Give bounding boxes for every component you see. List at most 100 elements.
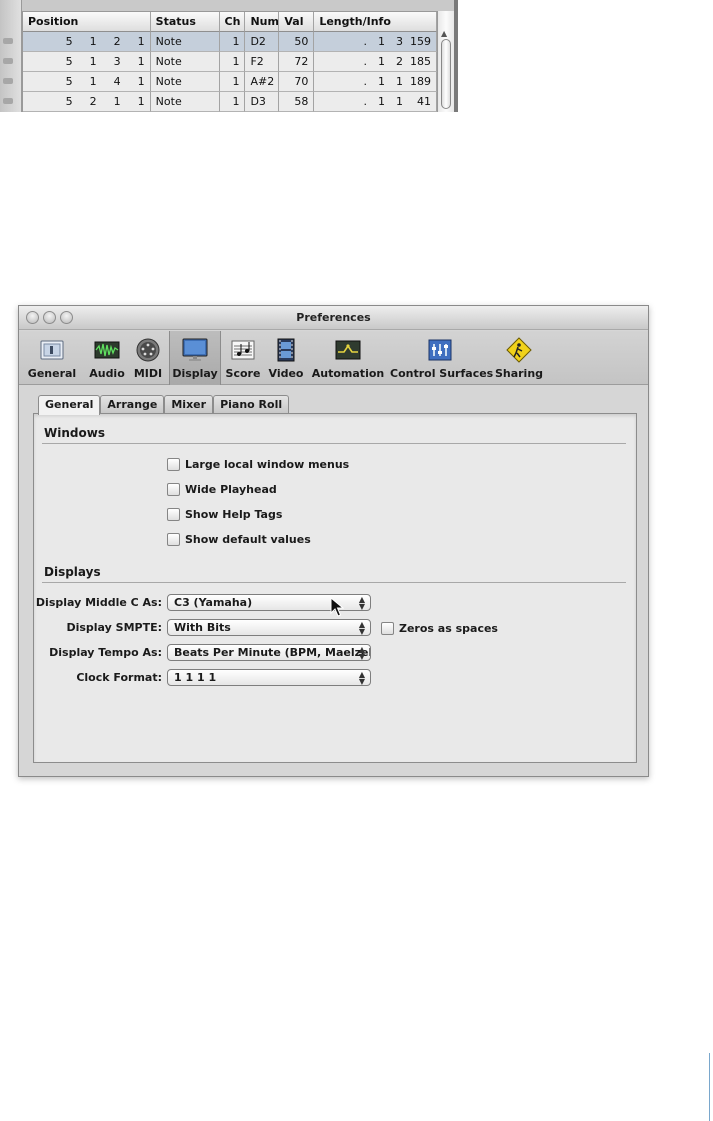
column-header-length-info[interactable]: Length/Info: [314, 12, 437, 32]
num-cell: F2: [245, 52, 280, 72]
toolbar-control-surfaces[interactable]: Control Surfaces: [390, 331, 493, 385]
val-cell: 70: [279, 72, 315, 92]
clock-format-label: Clock Format:: [76, 671, 162, 684]
column-header-status[interactable]: Status: [150, 12, 220, 32]
display-icon: [182, 338, 208, 361]
channel-cell: 1: [219, 72, 246, 92]
num-cell: A#2: [245, 72, 280, 92]
preferences-toolbar: General Audio MIDI Display Score Video A…: [19, 331, 648, 385]
midi-icon: [136, 338, 160, 362]
position-cell: 5141: [23, 72, 151, 92]
displays-section-title: Displays: [44, 565, 101, 579]
tab-mixer[interactable]: Mixer: [164, 395, 214, 414]
event-list-header: Position Status Ch Num Val Length/Info: [23, 12, 437, 32]
val-cell: 72: [279, 52, 315, 72]
position-cell: 5211: [23, 92, 151, 112]
table-row[interactable]: 5131 Note 1 F2 72 . 1 2 185: [23, 52, 437, 72]
toolbar-general[interactable]: General: [25, 331, 79, 385]
tempo-popup[interactable]: Beats Per Minute (BPM, Maelzel) ▲ ▼: [167, 644, 371, 661]
channel-cell: 1: [219, 92, 246, 112]
length-cell: . 1 1 41: [314, 92, 437, 112]
val-cell: 58: [279, 92, 315, 112]
popup-arrows-icon: ▲ ▼: [358, 670, 365, 686]
status-cell: Note: [150, 52, 220, 72]
column-header-val[interactable]: Val: [279, 12, 315, 32]
num-cell: D2: [245, 32, 280, 52]
clock-format-popup[interactable]: 1 1 1 1 ▲ ▼: [167, 669, 371, 686]
windows-section-title: Windows: [44, 426, 105, 440]
control-surfaces-icon: [428, 339, 452, 361]
tab-bar: General Arrange Mixer Piano Roll: [38, 395, 290, 415]
general-icon: [40, 340, 64, 360]
status-cell: Note: [150, 92, 220, 112]
position-cell: 5131: [23, 52, 151, 72]
column-header-num[interactable]: Num: [245, 12, 280, 32]
title-bar[interactable]: Preferences: [19, 306, 648, 330]
channel-cell: 1: [219, 32, 246, 52]
toolbar-audio[interactable]: Audio: [87, 331, 127, 385]
column-header-position[interactable]: Position: [23, 12, 151, 32]
audio-icon: [94, 341, 120, 359]
popup-arrows-icon: ▲ ▼: [358, 645, 365, 661]
tempo-label-row: Display Tempo As:: [34, 644, 162, 661]
toolbar-automation[interactable]: Automation: [311, 331, 385, 385]
toolbar-sharing[interactable]: Sharing: [494, 331, 544, 385]
automation-icon: [335, 340, 361, 360]
num-cell: D3: [245, 92, 280, 112]
tab-general[interactable]: General: [38, 395, 101, 415]
middle-c-label-row: Display Middle C As:: [34, 594, 162, 611]
general-tab-panel: Windows Large local window menus Wide Pl…: [33, 413, 637, 763]
toolbar-display[interactable]: Display: [169, 331, 221, 385]
preferences-window: Preferences General Audio MIDI Display S…: [18, 305, 649, 777]
wide-playhead-checkbox[interactable]: Wide Playhead: [167, 481, 277, 497]
val-cell: 50: [279, 32, 315, 52]
event-list-table: Position Status Ch Num Val Length/Info 5…: [22, 11, 437, 112]
sharing-icon: [506, 337, 532, 363]
tempo-label: Display Tempo As:: [49, 646, 162, 659]
status-cell: Note: [150, 32, 220, 52]
length-cell: . 1 2 185: [314, 52, 437, 72]
clock-format-label-row: Clock Format:: [34, 669, 162, 686]
toolbar-score[interactable]: Score: [225, 331, 261, 385]
table-row[interactable]: 5211 Note 1 D3 58 . 1 1 41: [23, 92, 437, 112]
divider: [42, 443, 626, 444]
toolbar-video[interactable]: Video: [265, 331, 307, 385]
middle-c-label: Display Middle C As:: [35, 596, 162, 609]
popup-arrows-icon: ▲ ▼: [358, 620, 365, 636]
scroll-thumb[interactable]: [441, 39, 451, 109]
mouse-cursor-icon: [330, 597, 344, 617]
divider: [42, 582, 626, 583]
show-default-values-checkbox[interactable]: Show default values: [167, 531, 311, 547]
event-list-scrollbar[interactable]: ▲: [437, 11, 454, 112]
position-cell: 5121: [23, 32, 151, 52]
checkbox-box[interactable]: [167, 457, 180, 471]
toolbar-midi[interactable]: MIDI: [132, 331, 164, 385]
zeros-as-spaces-checkbox[interactable]: Zeros as spaces: [381, 620, 498, 636]
table-row[interactable]: 5121 Note 1 D2 50 . 1 3 159: [23, 32, 437, 52]
scroll-up-arrow-icon[interactable]: ▲: [441, 29, 447, 38]
tab-piano-roll[interactable]: Piano Roll: [213, 395, 290, 414]
score-icon: [231, 340, 255, 360]
show-help-tags-checkbox[interactable]: Show Help Tags: [167, 506, 282, 522]
checkbox-box[interactable]: [167, 482, 180, 496]
event-list: Position Status Ch Num Val Length/Info 5…: [0, 0, 458, 112]
length-cell: . 1 3 159: [314, 32, 437, 52]
table-row[interactable]: 5141 Note 1 A#2 70 . 1 1 189: [23, 72, 437, 92]
tab-arrange[interactable]: Arrange: [100, 395, 165, 414]
video-icon: [277, 338, 295, 362]
event-list-side-strip: [0, 0, 22, 112]
checkbox-box[interactable]: [167, 507, 180, 521]
column-header-channel[interactable]: Ch: [219, 12, 246, 32]
channel-cell: 1: [219, 52, 246, 72]
smpte-popup[interactable]: With Bits ▲ ▼: [167, 619, 371, 636]
popup-arrows-icon: ▲ ▼: [358, 595, 365, 611]
smpte-label: Display SMPTE:: [66, 621, 162, 634]
smpte-label-row: Display SMPTE:: [34, 619, 162, 636]
page-margin-bar: [709, 1053, 710, 1121]
checkbox-box[interactable]: [167, 532, 180, 546]
window-edge: [454, 0, 458, 112]
length-cell: . 1 1 189: [314, 72, 437, 92]
window-title: Preferences: [296, 311, 371, 324]
checkbox-box[interactable]: [381, 621, 394, 635]
large-local-window-menus-checkbox[interactable]: Large local window menus: [167, 456, 349, 472]
